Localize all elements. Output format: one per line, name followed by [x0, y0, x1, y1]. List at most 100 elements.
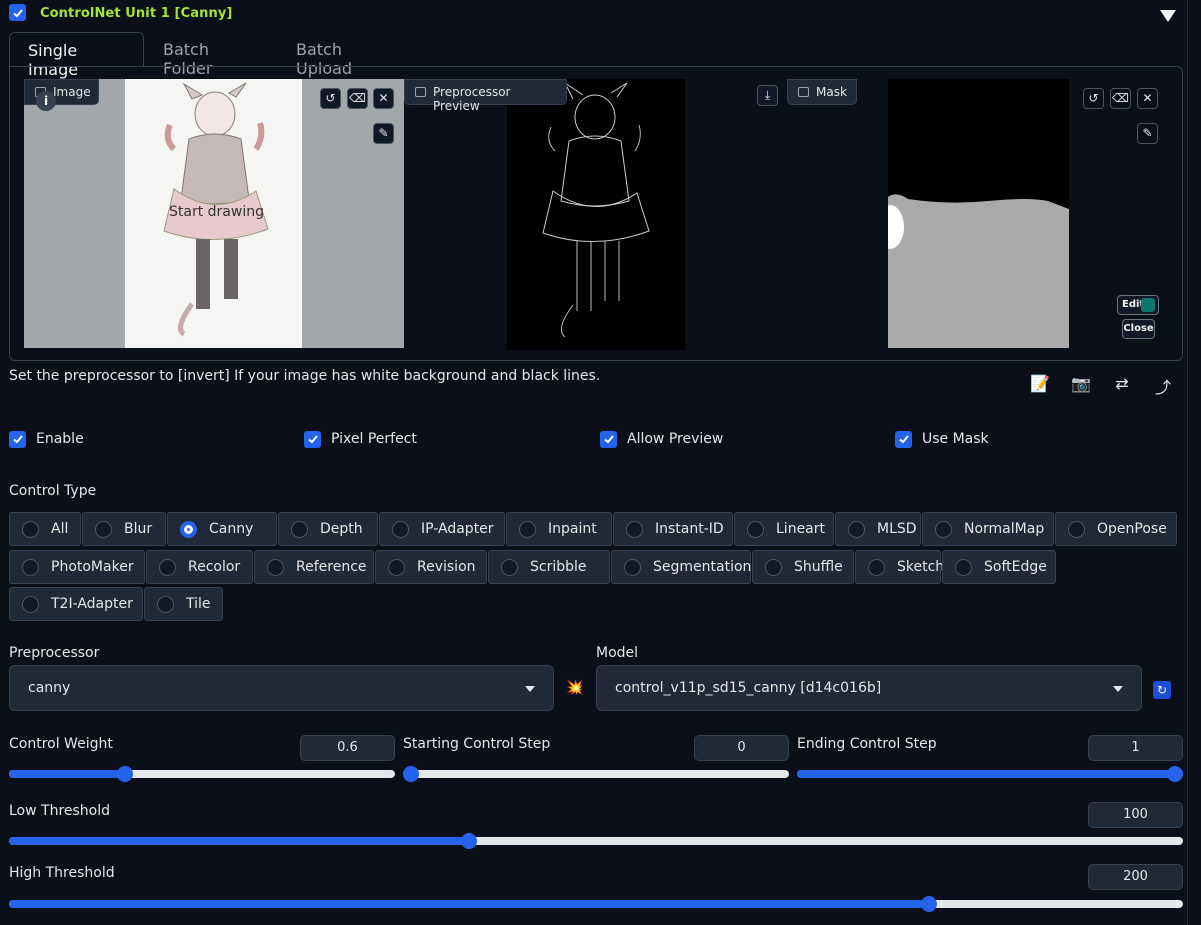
scrollbar[interactable] [1187, 0, 1199, 925]
radio-button[interactable] [159, 558, 176, 576]
unit-enable-checkbox[interactable] [9, 4, 26, 21]
slider-thumb[interactable] [461, 833, 477, 849]
radio-button[interactable] [935, 520, 952, 538]
enable-checkbox[interactable] [9, 430, 26, 448]
control-type-revision[interactable]: Revision [375, 550, 487, 584]
low-threshold-input[interactable]: 100 [1088, 802, 1183, 828]
radio-label: PhotoMaker [51, 559, 134, 575]
use-mask-checkbox[interactable] [895, 430, 912, 448]
brush-icon[interactable]: ✎ [1137, 123, 1158, 144]
edit-logo-icon [1141, 298, 1155, 312]
radio-button[interactable] [22, 520, 39, 538]
undo-icon[interactable]: ↺ [1083, 88, 1104, 109]
preprocessor-dropdown[interactable]: canny [9, 665, 554, 711]
enable-option[interactable]: Enable [9, 429, 84, 449]
collapse-triangle-icon[interactable] [1160, 10, 1176, 22]
radio-button[interactable] [291, 520, 308, 538]
starting-step-input[interactable]: 0 [694, 735, 789, 761]
eraser-icon[interactable]: ⌫ [347, 88, 368, 109]
control-type-lineart[interactable]: Lineart [734, 512, 834, 546]
control-type-sketch[interactable]: Sketch [855, 550, 944, 584]
radio-button[interactable] [392, 520, 409, 538]
control-type-depth[interactable]: Depth [278, 512, 378, 546]
control-type-ip-adapter[interactable]: IP-Adapter [379, 512, 505, 546]
ending-step-input[interactable]: 1 [1088, 735, 1183, 761]
control-type-shuffle[interactable]: Shuffle [752, 550, 854, 584]
radio-button[interactable] [157, 595, 174, 613]
radio-button[interactable] [95, 520, 112, 538]
send-dimensions-icon[interactable]: ⤴ [1152, 374, 1174, 397]
close-icon[interactable]: ✕ [1137, 88, 1158, 109]
close-icon[interactable]: ✕ [373, 88, 394, 109]
chevron-down-icon [1113, 686, 1123, 692]
undo-icon[interactable]: ↺ [320, 88, 341, 109]
radio-label: Recolor [188, 559, 241, 575]
tab-batch-upload[interactable]: Batch Upload [278, 32, 418, 78]
control-type-instant-id[interactable]: Instant-ID [613, 512, 733, 546]
allow-preview-checkbox[interactable] [600, 430, 617, 448]
control-type-normalmap[interactable]: NormalMap [922, 512, 1054, 546]
slider-thumb[interactable] [1167, 766, 1183, 782]
control-type-softedge[interactable]: SoftEdge [942, 550, 1056, 584]
notepad-icon[interactable]: 📝 [1029, 374, 1051, 394]
eraser-icon[interactable]: ⌫ [1110, 88, 1131, 109]
radio-button[interactable] [747, 520, 764, 538]
model-dropdown[interactable]: control_v11p_sd15_canny [d14c016b] [596, 665, 1142, 711]
use-mask-option[interactable]: Use Mask [895, 429, 989, 449]
allow-preview-option[interactable]: Allow Preview [600, 429, 723, 449]
brush-icon[interactable]: ✎ [373, 123, 394, 144]
radio-button[interactable] [180, 520, 197, 538]
slider-thumb[interactable] [921, 896, 937, 912]
radio-button[interactable] [955, 558, 972, 576]
mask-canvas[interactable]: Mask ↺ ⌫ ✕ ✎ Edit Close [787, 79, 1167, 348]
radio-button[interactable] [765, 558, 782, 576]
radio-button[interactable] [501, 558, 518, 576]
radio-button[interactable] [624, 558, 641, 576]
slider-thumb[interactable] [117, 766, 133, 782]
info-icon[interactable]: i [36, 91, 56, 111]
radio-button[interactable] [626, 520, 643, 538]
radio-button[interactable] [22, 595, 39, 613]
tab-batch-folder[interactable]: Batch Folder [145, 32, 275, 78]
control-type-blur[interactable]: Blur [82, 512, 166, 546]
ending-step-slider[interactable] [797, 766, 1183, 782]
radio-button[interactable] [388, 558, 405, 576]
control-type-scribble[interactable]: Scribble [488, 550, 610, 584]
control-weight-input[interactable]: 0.6 [300, 735, 395, 761]
edit-button[interactable]: Edit [1117, 295, 1159, 315]
starting-step-slider[interactable] [403, 766, 789, 782]
radio-button[interactable] [267, 558, 284, 576]
control-type-canny[interactable]: Canny [167, 512, 277, 546]
control-weight-slider[interactable] [9, 766, 395, 782]
slider-thumb[interactable] [403, 766, 419, 782]
pixel-perfect-option[interactable]: Pixel Perfect [304, 429, 417, 449]
control-type-reference[interactable]: Reference [254, 550, 374, 584]
control-type-mlsd[interactable]: MLSD [835, 512, 921, 546]
refresh-icon[interactable]: ↻ [1153, 681, 1171, 699]
control-type-photomaker[interactable]: PhotoMaker [9, 550, 145, 584]
download-icon[interactable]: ⤓ [757, 85, 778, 106]
control-type-segmentation[interactable]: Segmentation [611, 550, 751, 584]
tab-single-image[interactable]: Single Image [9, 32, 144, 79]
high-threshold-slider[interactable] [9, 896, 1183, 912]
radio-button[interactable] [22, 558, 39, 576]
control-type-tile[interactable]: Tile [144, 587, 223, 621]
control-type-all[interactable]: All [9, 512, 81, 546]
control-type-inpaint[interactable]: Inpaint [506, 512, 612, 546]
radio-button[interactable] [519, 520, 536, 538]
pixel-perfect-checkbox[interactable] [304, 430, 321, 448]
high-threshold-input[interactable]: 200 [1088, 864, 1183, 890]
run-preprocessor-icon[interactable]: 💥 [566, 680, 583, 696]
close-button[interactable]: Close [1122, 319, 1155, 339]
radio-button[interactable] [868, 558, 885, 576]
image-canvas[interactable]: Image i Start drawing ↺ ⌫ ✕ ✎ [24, 79, 404, 348]
radio-button[interactable] [1068, 520, 1085, 538]
swap-icon[interactable]: ⇄ [1111, 374, 1133, 394]
control-type-recolor[interactable]: Recolor [146, 550, 253, 584]
control-type-t2i-adapter[interactable]: T2I-Adapter [9, 587, 143, 621]
control-type-openpose[interactable]: OpenPose [1055, 512, 1177, 546]
radio-button[interactable] [848, 520, 865, 538]
low-threshold-slider[interactable] [9, 833, 1183, 849]
image-icon [798, 87, 809, 97]
camera-icon[interactable]: 📷 [1070, 374, 1092, 394]
